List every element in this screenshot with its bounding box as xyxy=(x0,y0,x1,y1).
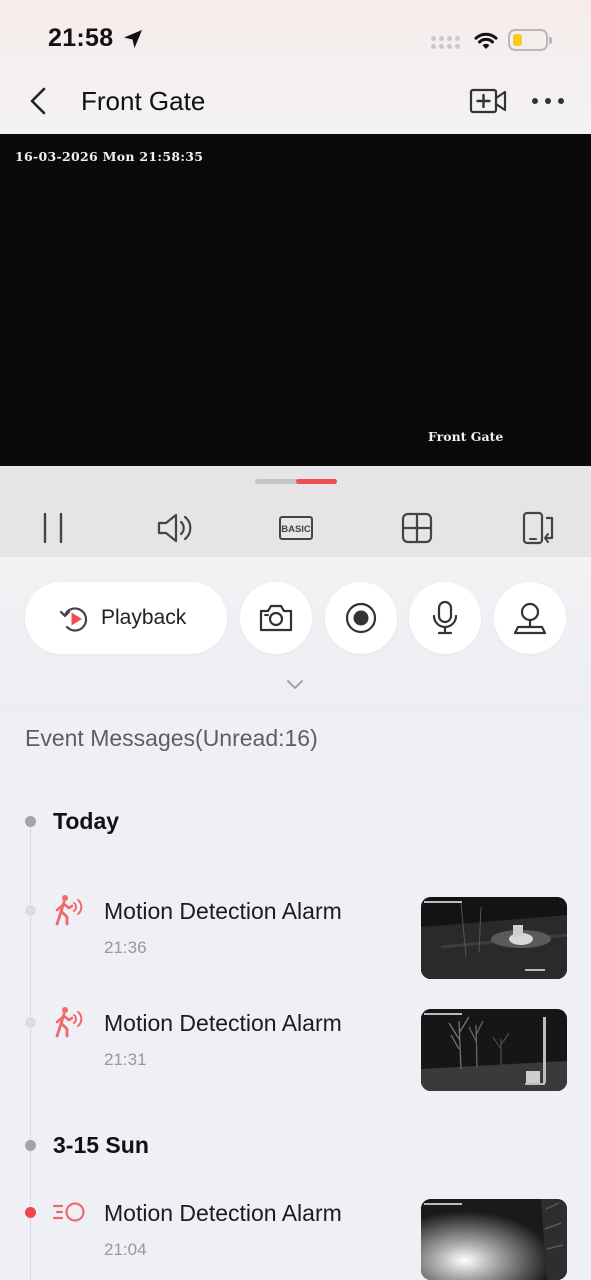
event-messages-section: Event Messages(Unread:16) Today Motion D… xyxy=(0,715,591,1280)
playback-label: Playback xyxy=(101,606,187,629)
quality-label: BASIC xyxy=(281,524,311,535)
rotate-screen-icon[interactable] xyxy=(518,510,558,546)
motion-sensor-icon xyxy=(52,1202,85,1222)
pause-icon[interactable] xyxy=(33,510,73,546)
action-area: Playback xyxy=(0,557,591,715)
location-arrow-icon xyxy=(124,30,142,48)
page-indicator-active xyxy=(296,479,337,484)
record-button[interactable] xyxy=(325,582,397,654)
status-bar: 21:58 xyxy=(0,0,591,76)
talk-button[interactable] xyxy=(409,582,481,654)
day-dot xyxy=(25,816,36,827)
event-status-dot xyxy=(25,905,36,916)
event-time: 21:36 xyxy=(104,938,147,957)
osd-camera-name: Front Gate xyxy=(428,429,504,444)
event-thumbnail[interactable] xyxy=(421,1199,567,1280)
quality-basic-icon[interactable]: BASIC xyxy=(276,510,316,546)
motion-person-icon xyxy=(55,1007,83,1038)
multi-view-grid-icon[interactable] xyxy=(397,510,437,546)
day-dot xyxy=(25,1140,36,1151)
playback-button[interactable]: Playback xyxy=(25,582,227,654)
event-status-dot xyxy=(25,1017,36,1028)
event-title[interactable]: Motion Detection Alarm xyxy=(104,898,342,925)
cellular-signal-icon xyxy=(431,36,460,49)
day-label-3-15: 3-15 Sun xyxy=(53,1132,149,1158)
add-camera-button[interactable] xyxy=(469,86,507,116)
wifi-icon xyxy=(474,32,498,49)
snapshot-icon xyxy=(259,604,293,632)
playback-icon xyxy=(59,607,88,632)
day-label-today: Today xyxy=(53,808,120,834)
microphone-icon xyxy=(432,600,458,635)
event-thumbnail[interactable] xyxy=(421,897,567,979)
ptz-icon xyxy=(513,602,547,635)
events-header: Event Messages(Unread:16) xyxy=(25,725,318,751)
page-indicator xyxy=(255,479,337,484)
volume-icon[interactable] xyxy=(154,510,194,546)
chevron-down-icon[interactable] xyxy=(285,677,305,691)
osd-timestamp: 16-03-2026 Mon 21:58:35 xyxy=(15,149,204,164)
record-icon xyxy=(345,602,377,634)
event-time: 21:04 xyxy=(104,1240,147,1259)
ptz-button[interactable] xyxy=(494,582,566,654)
event-title[interactable]: Motion Detection Alarm xyxy=(104,1010,342,1037)
more-options-button[interactable] xyxy=(530,94,566,108)
back-button[interactable] xyxy=(24,86,54,116)
event-title[interactable]: Motion Detection Alarm xyxy=(104,1200,342,1227)
event-time: 21:31 xyxy=(104,1050,147,1069)
control-strip: BASIC xyxy=(0,466,591,557)
event-unread-dot xyxy=(25,1207,36,1218)
status-time: 21:58 xyxy=(48,24,114,52)
snapshot-button[interactable] xyxy=(240,582,312,654)
motion-person-icon xyxy=(55,895,83,926)
battery-icon xyxy=(508,29,552,51)
live-video-view[interactable]: 16-03-2026 Mon 21:58:35 Front Gate xyxy=(0,134,591,466)
page-title: Front Gate xyxy=(81,86,206,116)
event-thumbnail[interactable] xyxy=(421,1009,567,1091)
nav-bar: Front Gate xyxy=(0,76,591,134)
